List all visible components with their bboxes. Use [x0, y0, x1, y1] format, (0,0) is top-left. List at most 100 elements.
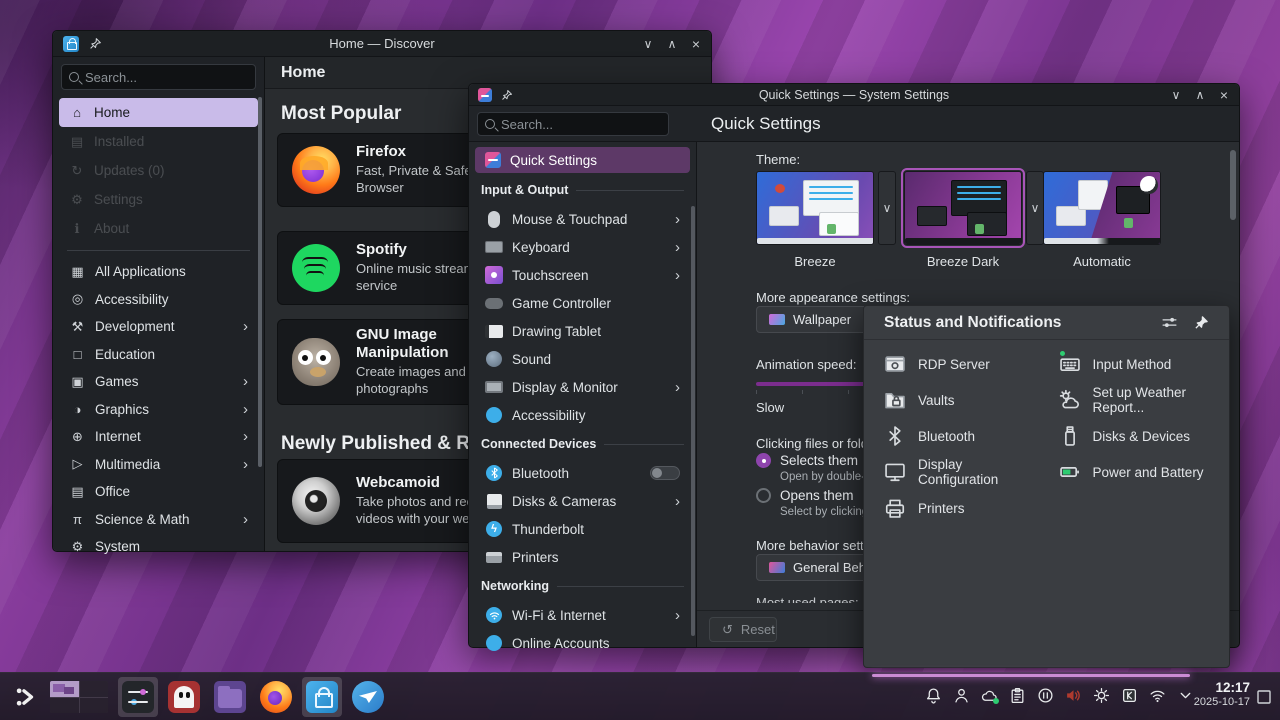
maximize-button[interactable] — [1193, 88, 1207, 102]
updates-icon: ↻ — [69, 163, 85, 179]
app-launcher-button[interactable] — [6, 677, 46, 717]
volume-icon[interactable] — [1065, 687, 1082, 704]
clipboard-icon[interactable] — [1009, 687, 1026, 704]
virtual-desktop-pager[interactable] — [50, 681, 108, 713]
theme-preview-breeze[interactable] — [756, 171, 874, 245]
pager-desktop-3[interactable] — [50, 698, 79, 714]
popup-item-rdp-server[interactable]: RDP Server — [872, 346, 1047, 382]
search-input[interactable]: Search... — [61, 64, 256, 90]
breeze-options-button[interactable] — [878, 171, 896, 245]
settings-icon: ⚙ — [69, 192, 85, 208]
radio-selects-them[interactable]: Selects them — [756, 453, 858, 468]
theme-preview-automatic[interactable] — [1043, 171, 1161, 245]
sidebar-item-disks-cameras[interactable]: Disks & Cameras — [475, 487, 690, 515]
theme-preview-breeze-dark[interactable] — [904, 171, 1022, 245]
category-education[interactable]: □Education — [59, 341, 258, 369]
popup-item-power-battery[interactable]: Power and Battery — [1047, 454, 1222, 490]
category-development[interactable]: ⚒Development — [59, 313, 258, 341]
category-accessibility[interactable]: ◎Accessibility — [59, 286, 258, 314]
close-button[interactable] — [689, 37, 703, 51]
category-all-applications[interactable]: ▦All Applications — [59, 258, 258, 286]
popup-item-display-configuration[interactable]: Display Configuration — [872, 454, 1047, 490]
brightness-icon[interactable] — [1093, 687, 1110, 704]
sidebar-item-mouse-touchpad[interactable]: Mouse & Touchpad — [475, 205, 690, 233]
expand-tray-chevron-icon[interactable] — [1177, 687, 1194, 704]
system-settings-titlebar[interactable]: Quick Settings — System Settings — [469, 84, 1239, 106]
popup-item-disks-devices[interactable]: Disks & Devices — [1047, 418, 1222, 454]
sidebar-item-settings[interactable]: ⚙Settings — [59, 185, 258, 214]
popup-item-vaults[interactable]: Vaults — [872, 382, 1047, 418]
sidebar-item-wifi-internet[interactable]: Wi-Fi & Internet — [475, 601, 690, 629]
category-games[interactable]: ▣Games — [59, 368, 258, 396]
sidebar-item-installed[interactable]: ▤Installed — [59, 127, 258, 156]
category-office[interactable]: ▤Office — [59, 478, 258, 506]
usb-drive-icon — [1059, 425, 1081, 447]
category-system[interactable]: ⚙System — [59, 533, 258, 561]
configure-icon[interactable] — [1161, 314, 1178, 331]
pager-desktop-2[interactable] — [80, 681, 109, 697]
popup-item-printers[interactable]: Printers — [872, 490, 1047, 526]
discover-app-icon — [63, 36, 79, 52]
installed-icon: ▤ — [69, 134, 85, 150]
content-scrollbar[interactable] — [1230, 150, 1236, 220]
reset-button[interactable]: ↻ Reset — [709, 617, 777, 642]
sidebar-item-home[interactable]: ⌂Home — [59, 98, 258, 127]
user-icon[interactable] — [953, 687, 970, 704]
sidebar-item-updates[interactable]: ↻Updates (0) — [59, 156, 258, 185]
category-science-math[interactable]: πScience & Math — [59, 506, 258, 534]
cloud-sync-icon[interactable] — [981, 687, 998, 704]
task-dolphin[interactable] — [210, 677, 250, 717]
close-button[interactable] — [1217, 88, 1231, 102]
discover-sidebar: Search... ⌂Home ▤Installed ↻Updates (0) … — [53, 57, 265, 551]
system-settings-icon — [122, 681, 154, 713]
digital-clock[interactable]: 12:17 2025-10-17 — [1194, 680, 1250, 709]
category-multimedia[interactable]: ▷Multimedia — [59, 451, 258, 479]
notifications-bell-icon[interactable] — [925, 687, 942, 704]
pin-icon[interactable] — [501, 89, 513, 101]
task-firefox[interactable] — [256, 677, 296, 717]
minimize-button[interactable] — [1169, 88, 1183, 102]
popup-item-bluetooth[interactable]: Bluetooth — [872, 418, 1047, 454]
sidebar-item-accessibility[interactable]: Accessibility — [475, 401, 690, 429]
sidebar-scrollbar[interactable] — [258, 97, 262, 467]
task-ghostwriter[interactable] — [164, 677, 204, 717]
popup-item-weather[interactable]: Set up Weather Report... — [1047, 382, 1222, 418]
sidebar-item-bluetooth[interactable]: Bluetooth — [475, 459, 690, 487]
keyboard-layout-icon[interactable] — [1121, 687, 1138, 704]
category-internet[interactable]: ⊕Internet — [59, 423, 258, 451]
sidebar-item-about[interactable]: ℹAbout — [59, 214, 258, 243]
sidebar-item-online-accounts[interactable]: Online Accounts — [475, 629, 690, 657]
pager-desktop-4[interactable] — [80, 698, 109, 714]
pin-icon[interactable] — [1194, 315, 1209, 330]
search-input[interactable]: Search... — [477, 112, 669, 136]
show-desktop-button[interactable] — [1256, 689, 1272, 705]
task-blue-messenger[interactable] — [348, 677, 388, 717]
task-system-settings[interactable] — [118, 677, 158, 717]
radio-opens-them[interactable]: Opens them — [756, 488, 854, 503]
sidebar-item-sound[interactable]: Sound — [475, 345, 690, 373]
sidebar-item-display-monitor[interactable]: Display & Monitor — [475, 373, 690, 401]
task-discover[interactable] — [302, 677, 342, 717]
sidebar-item-drawing-tablet[interactable]: Drawing Tablet — [475, 317, 690, 345]
sidebar-item-keyboard[interactable]: Keyboard — [475, 233, 690, 261]
sidebar-scrollbar[interactable] — [691, 206, 695, 636]
wifi-icon[interactable] — [1149, 687, 1166, 704]
maximize-button[interactable] — [665, 37, 679, 51]
category-graphics[interactable]: ◑Graphics — [59, 396, 258, 424]
science-icon: π — [69, 512, 86, 527]
breeze-dark-options-button[interactable] — [1026, 171, 1044, 245]
pin-icon[interactable] — [89, 37, 102, 50]
sidebar-item-thunderbolt[interactable]: Thunderbolt — [475, 515, 690, 543]
media-pause-icon[interactable] — [1037, 687, 1054, 704]
sidebar-item-game-controller[interactable]: Game Controller — [475, 289, 690, 317]
bluetooth-toggle[interactable] — [650, 466, 680, 480]
minimize-button[interactable] — [641, 37, 655, 51]
discover-titlebar[interactable]: Home — Discover — [53, 31, 711, 57]
pager-desktop-1[interactable] — [50, 681, 79, 697]
sidebar-item-quick-settings[interactable]: Quick Settings — [475, 147, 690, 173]
sidebar-item-touchscreen[interactable]: Touchscreen — [475, 261, 690, 289]
about-icon: ℹ — [69, 221, 85, 237]
sidebar-item-printers[interactable]: Printers — [475, 543, 690, 571]
popup-item-input-method[interactable]: Input Method — [1047, 346, 1222, 382]
rdp-server-icon — [884, 353, 906, 375]
